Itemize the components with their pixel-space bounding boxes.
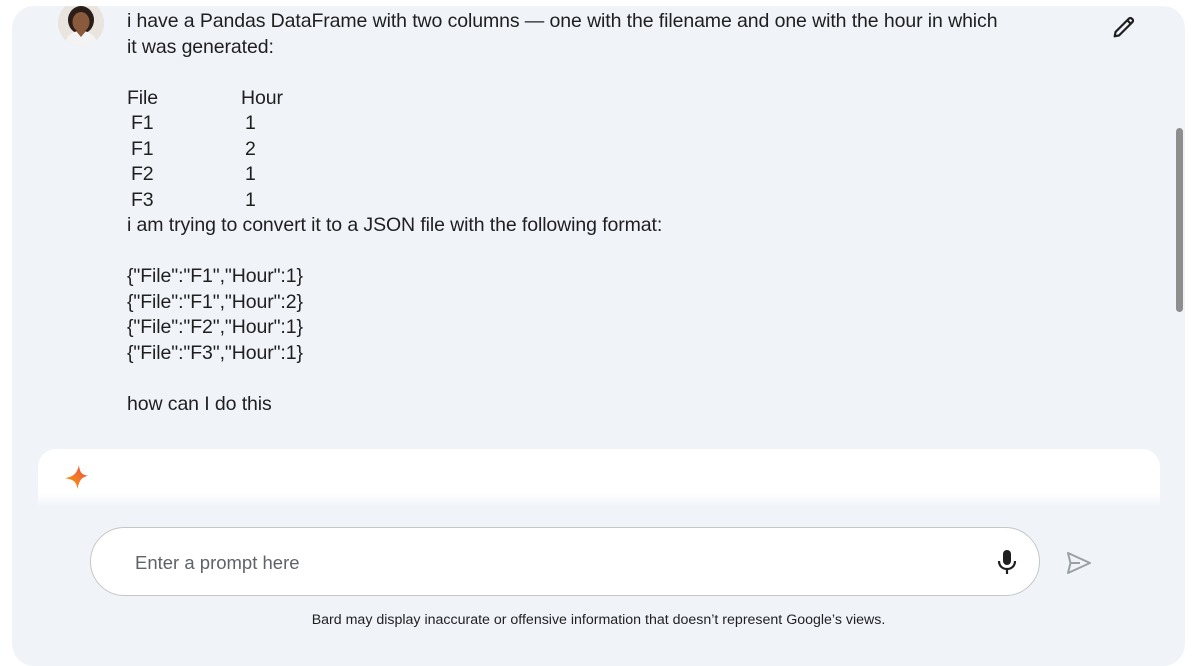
user-message: i have a Pandas DataFrame with two colum… <box>127 9 1007 417</box>
microphone-icon <box>997 550 1017 574</box>
table-row: F2 1 <box>127 162 1007 188</box>
table-cell-hour: 1 <box>245 112 256 134</box>
content-fade <box>12 493 1185 523</box>
format-intro: i am trying to convert it to a JSON file… <box>127 214 663 236</box>
user-avatar <box>58 6 104 46</box>
bard-sparkle-icon <box>62 463 90 491</box>
prompt-input[interactable] <box>133 548 957 578</box>
table-row: F1 2 <box>127 137 1007 163</box>
json-line: {"File":"F1","Hour":2} <box>127 290 303 313</box>
table-cell-hour: 2 <box>245 137 256 160</box>
table-cell-file: F1 <box>131 137 154 160</box>
microphone-button[interactable] <box>990 545 1024 579</box>
table-row: F1 1 <box>127 111 1007 137</box>
prompt-box <box>90 527 1040 596</box>
disclaimer-text: Bard may display inaccurate or offensive… <box>311 612 886 628</box>
table-cell-hour: 1 <box>245 188 256 211</box>
message-intro: i have a Pandas DataFrame with two colum… <box>127 10 998 58</box>
json-line: {"File":"F2","Hour":1} <box>127 316 303 338</box>
table-header-row: File Hour <box>127 86 1007 112</box>
send-icon <box>1067 552 1091 574</box>
table-header-file: File <box>127 86 159 109</box>
chat-panel: i have a Pandas DataFrame with two colum… <box>12 6 1185 666</box>
json-line: {"File":"F1","Hour":1} <box>127 265 303 287</box>
edit-prompt-button[interactable] <box>1106 9 1142 45</box>
message-question: how can I do this <box>127 392 272 415</box>
table-row: F3 1 <box>127 188 1007 214</box>
scrollbar-thumb[interactable] <box>1176 128 1183 312</box>
table-cell-file: F1 <box>131 112 154 134</box>
json-line: {"File":"F3","Hour":1} <box>127 341 303 364</box>
table-cell-hour: 1 <box>245 163 256 185</box>
table-header-hour: Hour <box>241 86 283 109</box>
send-button[interactable] <box>1060 544 1098 582</box>
pencil-icon <box>1113 16 1135 38</box>
table-cell-file: F2 <box>131 163 154 185</box>
table-cell-file: F3 <box>131 188 154 211</box>
